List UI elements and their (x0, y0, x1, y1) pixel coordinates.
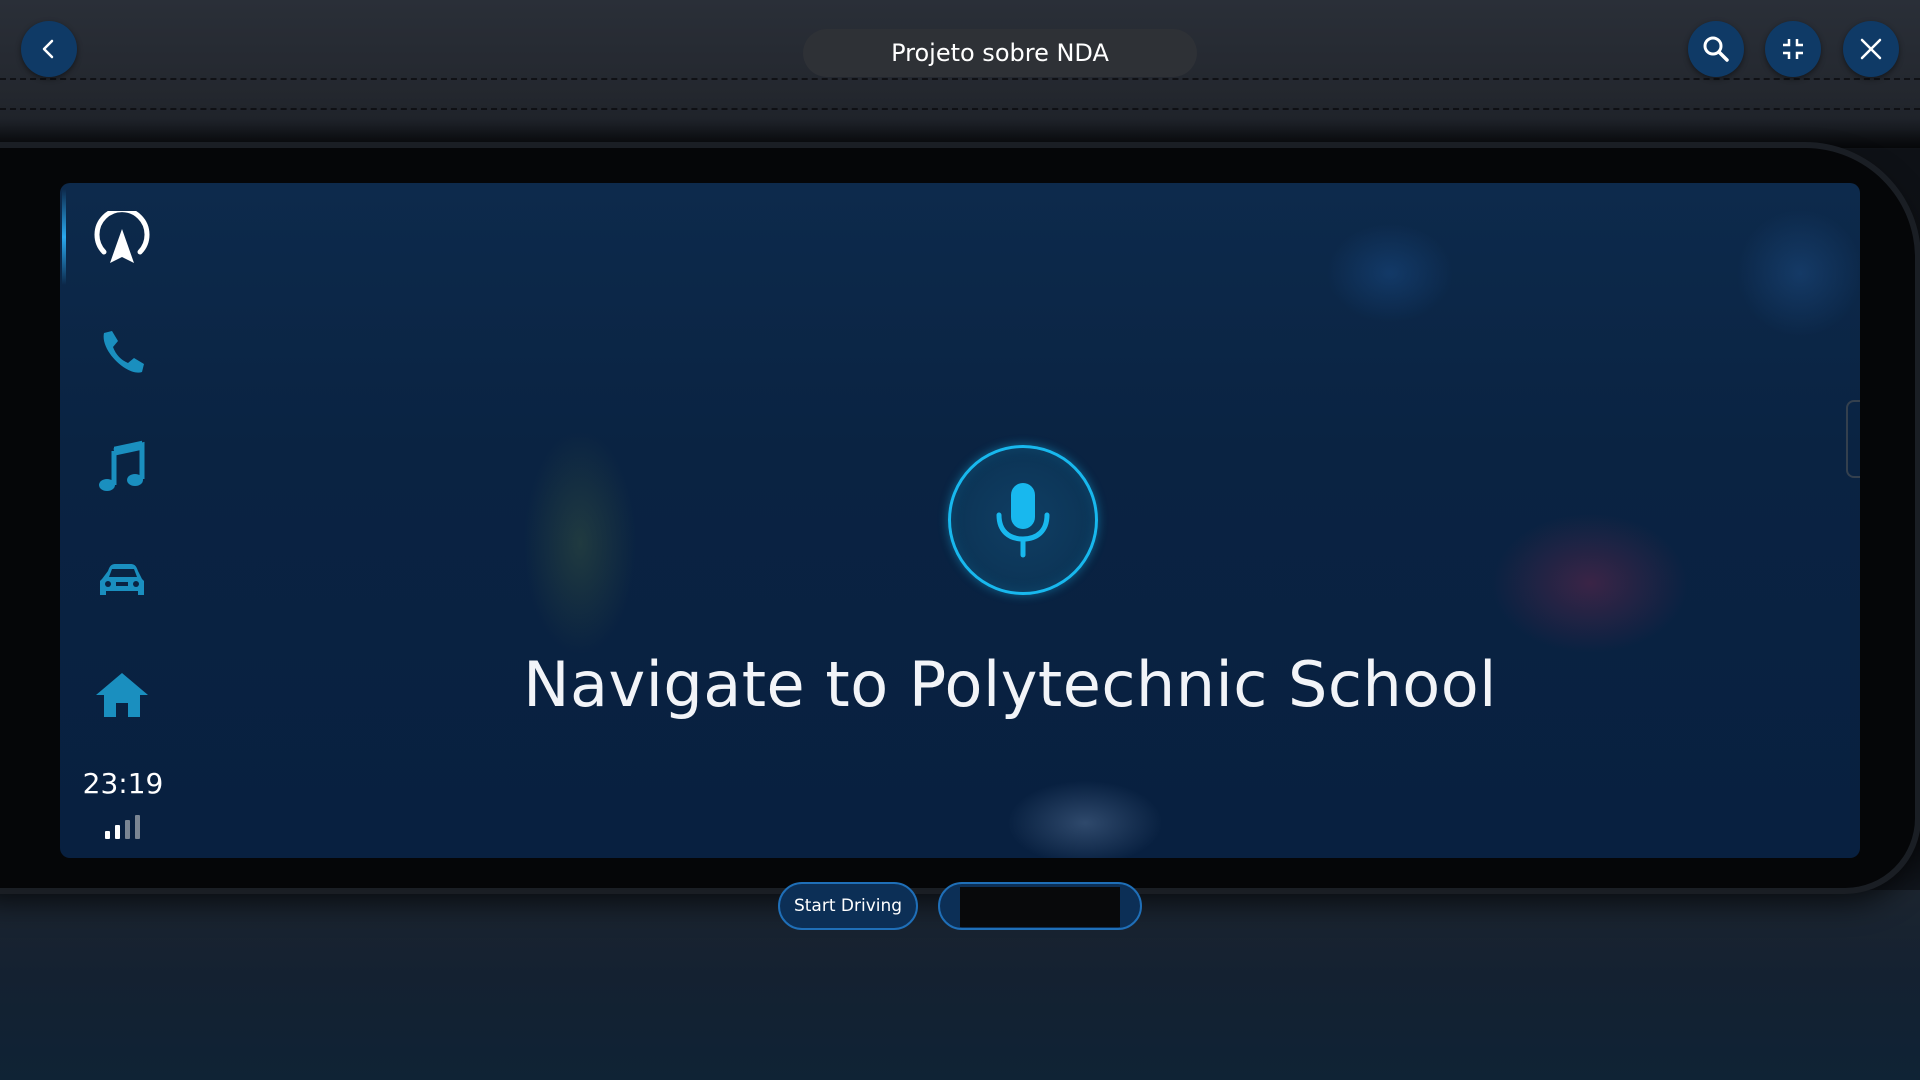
secondary-button[interactable] (938, 882, 1142, 930)
back-button[interactable] (21, 21, 77, 77)
sidebar-item-music[interactable] (90, 435, 154, 499)
signal-bar (105, 831, 110, 839)
sidebar-item-phone[interactable] (90, 321, 154, 385)
car-icon (100, 564, 144, 595)
collapse-icon (1783, 39, 1803, 59)
clock: 23:19 (82, 767, 164, 800)
sidebar-item-navigation[interactable] (90, 207, 154, 271)
music-note-icon (99, 440, 145, 491)
phone-icon (103, 331, 144, 373)
search-icon (1703, 36, 1729, 62)
navigation-arrow-icon (94, 211, 150, 263)
microphone-icon (996, 483, 1050, 558)
signal-bar (125, 820, 130, 839)
signal-strength-icon (105, 813, 145, 839)
dash-stitching (0, 78, 1920, 80)
window-title: Projeto sobre NDA (803, 29, 1197, 77)
dash-stitching (0, 108, 1920, 110)
collapse-button[interactable] (1765, 21, 1821, 77)
active-indicator (62, 189, 66, 285)
dash-shadow (0, 118, 1920, 148)
search-button[interactable] (1688, 21, 1744, 77)
close-button[interactable] (1843, 21, 1899, 77)
close-icon (1860, 38, 1882, 60)
car-dashboard-scene: 23:19 Navigate to Polytechnic School Pro… (0, 0, 1920, 1080)
start-driving-button[interactable]: Start Driving (778, 882, 918, 930)
redacted-label (960, 887, 1120, 927)
chevron-left-icon (42, 39, 54, 59)
voice-command-text: Navigate to Polytechnic School (523, 648, 1497, 721)
sidebar-item-vehicle[interactable] (90, 549, 154, 613)
signal-bar (135, 815, 140, 839)
infotainment-screen: 23:19 Navigate to Polytechnic School (60, 183, 1860, 858)
signal-bar (115, 825, 120, 839)
voice-assistant-button[interactable] (948, 445, 1098, 595)
screen-edge-tab (1846, 400, 1860, 478)
sidebar: 23:19 (60, 183, 190, 858)
